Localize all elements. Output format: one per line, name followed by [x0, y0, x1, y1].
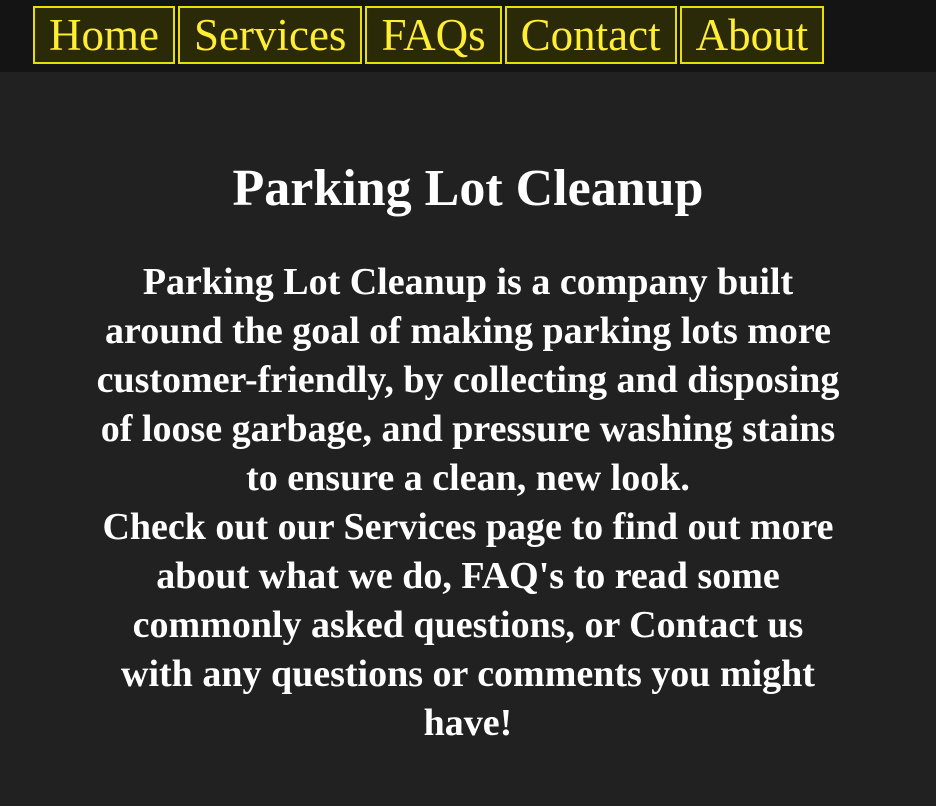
nav-about-link[interactable]: About: [679, 6, 825, 64]
nav-services-link[interactable]: Services: [177, 6, 363, 64]
nav-faqs-link[interactable]: FAQs: [365, 6, 502, 64]
intro-paragraph-company: Parking Lot Cleanup is a company built a…: [96, 261, 840, 499]
main-content: Parking Lot Cleanup Parking Lot Cleanup …: [0, 72, 936, 806]
page-title: Parking Lot Cleanup: [232, 160, 704, 217]
intro-text: Parking Lot Cleanup is a company built a…: [93, 258, 843, 748]
nav-home-link[interactable]: Home: [33, 6, 175, 64]
top-navbar: Home Services FAQs Contact About: [0, 0, 936, 72]
main-nav: Home Services FAQs Contact About: [33, 6, 825, 64]
nav-contact-link[interactable]: Contact: [504, 6, 677, 64]
intro-paragraph-links: Check out our Services page to find out …: [102, 506, 834, 744]
